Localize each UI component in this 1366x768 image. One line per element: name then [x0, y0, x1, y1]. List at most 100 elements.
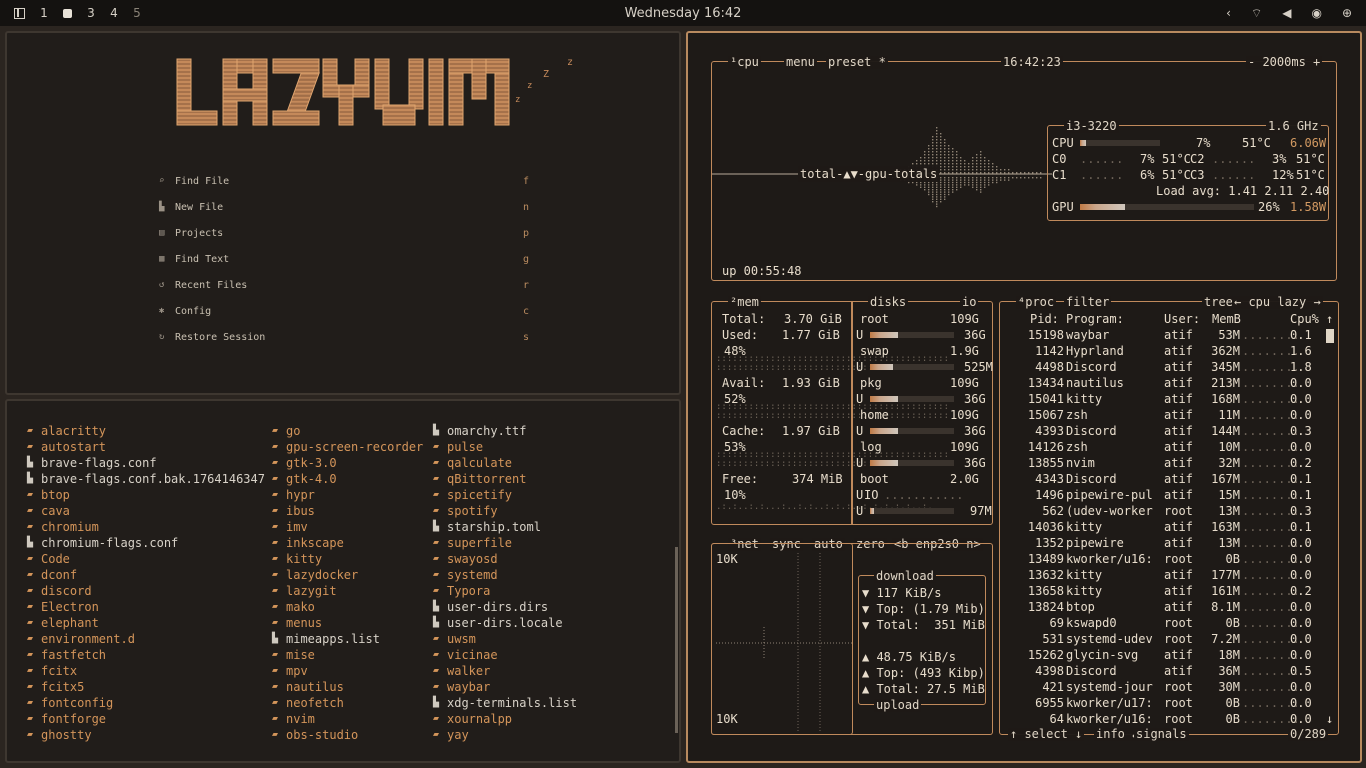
- proc-user[interactable]: atif: [1164, 663, 1193, 679]
- scroll-down-icon[interactable]: ↓: [1326, 711, 1333, 727]
- chevron-left-icon[interactable]: ‹: [1226, 6, 1231, 21]
- proc-user[interactable]: root: [1164, 695, 1193, 711]
- proc-mem[interactable]: 30M: [1206, 679, 1240, 695]
- proc-user[interactable]: root: [1164, 615, 1193, 631]
- folder-entry[interactable]: ▰ spotify: [433, 503, 577, 519]
- folder-entry[interactable]: ▰ Electron: [27, 599, 265, 615]
- proc-program[interactable]: kworker/u17:: [1066, 695, 1153, 711]
- file-entry[interactable]: ▙ omarchy.ttf: [433, 423, 577, 439]
- proc-user[interactable]: atif: [1164, 535, 1193, 551]
- proc-sort[interactable]: ← cpu lazy →: [1232, 296, 1323, 309]
- proc-mem[interactable]: 13M: [1206, 535, 1240, 551]
- menu-find-file[interactable]: ⌕ Find File f: [159, 173, 529, 189]
- proc-program[interactable]: systemd-udev: [1066, 631, 1153, 647]
- folder-entry[interactable]: ▰ swayosd: [433, 551, 577, 567]
- proc-pid[interactable]: 531: [1024, 631, 1064, 647]
- folder-entry[interactable]: ▰ superfile: [433, 535, 577, 551]
- proc-pid[interactable]: 15262: [1024, 647, 1064, 663]
- proc-user[interactable]: atif: [1164, 423, 1193, 439]
- folder-entry[interactable]: ▰ ibus: [272, 503, 423, 519]
- proc-user[interactable]: root: [1164, 711, 1193, 727]
- file-entry[interactable]: ▙ xdg-terminals.list: [433, 695, 577, 711]
- proc-pid[interactable]: 4393: [1024, 423, 1064, 439]
- folder-entry[interactable]: ▰ qBittorrent: [433, 471, 577, 487]
- folder-entry[interactable]: ▰ elephant: [27, 615, 265, 631]
- proc-select[interactable]: ↑ select ↓: [1008, 728, 1085, 741]
- workspace-1[interactable]: 1: [40, 6, 48, 20]
- folder-entry[interactable]: ▰ waybar: [433, 679, 577, 695]
- folder-entry[interactable]: ▰ neofetch: [272, 695, 423, 711]
- folder-entry[interactable]: ▰ autostart: [27, 439, 265, 455]
- proc-pid[interactable]: 13855: [1024, 455, 1064, 471]
- file-entry[interactable]: ▙ user-dirs.locale: [433, 615, 577, 631]
- proc-user[interactable]: atif: [1164, 647, 1193, 663]
- proc-pid[interactable]: 69: [1024, 615, 1064, 631]
- proc-program[interactable]: kitty: [1066, 519, 1102, 535]
- file-entry[interactable]: ▙ starship.toml: [433, 519, 577, 535]
- proc-program[interactable]: kitty: [1066, 391, 1102, 407]
- folder-entry[interactable]: ▰ alacritty: [27, 423, 265, 439]
- folder-entry[interactable]: ▰ gtk-3.0: [272, 455, 423, 471]
- proc-program[interactable]: nautilus: [1066, 375, 1124, 391]
- workspace-active-icon[interactable]: [63, 8, 72, 18]
- proc-pid[interactable]: 421: [1024, 679, 1064, 695]
- folder-entry[interactable]: ▰ yay: [433, 727, 577, 743]
- file-listing-window[interactable]: ▰ alacritty ▰ autostart ▙ brave-flags.conf ▙ br…: [5, 399, 681, 763]
- proc-user[interactable]: atif: [1164, 599, 1193, 615]
- folder-entry[interactable]: ▰ btop: [27, 487, 265, 503]
- proc-pid[interactable]: 6955: [1024, 695, 1064, 711]
- file-entry[interactable]: ▙ brave-flags.conf.bak.1764146347: [27, 471, 265, 487]
- folder-entry[interactable]: ▰ go: [272, 423, 423, 439]
- cpu-label[interactable]: ¹cpu: [728, 56, 761, 69]
- proc-program[interactable]: nvim: [1066, 455, 1095, 471]
- folder-entry[interactable]: ▰ gtk-4.0: [272, 471, 423, 487]
- folder-entry[interactable]: ▰ cava: [27, 503, 265, 519]
- menu-projects[interactable]: ▤ Projects p: [159, 225, 529, 241]
- workspace-5[interactable]: 5: [133, 6, 141, 20]
- proc-user[interactable]: atif: [1164, 391, 1193, 407]
- folder-entry[interactable]: ▰ mako: [272, 599, 423, 615]
- proc-user[interactable]: root: [1164, 551, 1193, 567]
- proc-pid[interactable]: 1352: [1024, 535, 1064, 551]
- file-entry[interactable]: ▙ user-dirs.dirs: [433, 599, 577, 615]
- update-interval[interactable]: - 2000ms +: [1246, 56, 1323, 69]
- menu-restore-session[interactable]: ↻ Restore Session s: [159, 329, 529, 345]
- proc-scrollbar[interactable]: [1326, 329, 1334, 343]
- menu-config[interactable]: ✱ Config c: [159, 303, 529, 319]
- workspace-4[interactable]: 4: [110, 6, 118, 20]
- proc-mem[interactable]: 0B: [1206, 551, 1240, 567]
- folder-entry[interactable]: ▰ kitty: [272, 551, 423, 567]
- proc-program[interactable]: Discord: [1066, 663, 1117, 679]
- folder-entry[interactable]: ▰ obs-studio: [272, 727, 423, 743]
- folder-entry[interactable]: ▰ Typora: [433, 583, 577, 599]
- proc-user[interactable]: atif: [1164, 327, 1193, 343]
- proc-mem[interactable]: 163M: [1206, 519, 1240, 535]
- folder-entry[interactable]: ▰ lazygit: [272, 583, 423, 599]
- wifi-icon[interactable]: ⌔: [1251, 6, 1262, 21]
- folder-entry[interactable]: ▰ fcitx5: [27, 679, 265, 695]
- proc-program[interactable]: Hyprland: [1066, 343, 1124, 359]
- proc-mem[interactable]: 213M: [1206, 375, 1240, 391]
- proc-pid[interactable]: 15198: [1024, 327, 1064, 343]
- folder-entry[interactable]: ▰ ghostty: [27, 727, 265, 743]
- proc-program[interactable]: zsh: [1066, 439, 1088, 455]
- preset-label[interactable]: preset *: [826, 56, 888, 69]
- volume-icon[interactable]: ◀: [1282, 6, 1291, 21]
- folder-entry[interactable]: ▰ imv: [272, 519, 423, 535]
- proc-mem[interactable]: 36M: [1206, 663, 1240, 679]
- proc-program[interactable]: pipewire-pul: [1066, 487, 1153, 503]
- proc-program[interactable]: systemd-jour: [1066, 679, 1153, 695]
- col-pid[interactable]: Pid:: [1030, 311, 1059, 327]
- proc-program[interactable]: Discord: [1066, 359, 1117, 375]
- proc-pid[interactable]: 4398: [1024, 663, 1064, 679]
- proc-user[interactable]: root: [1164, 679, 1193, 695]
- folder-entry[interactable]: ▰ vicinae: [433, 647, 577, 663]
- menu-new-file[interactable]: ▙ New File n: [159, 199, 529, 215]
- proc-pid[interactable]: 1496: [1024, 487, 1064, 503]
- col-program[interactable]: Program:: [1066, 311, 1124, 327]
- folder-entry[interactable]: ▰ inkscape: [272, 535, 423, 551]
- folder-entry[interactable]: ▰ mise: [272, 647, 423, 663]
- clock[interactable]: Wednesday 16:42: [0, 6, 1366, 21]
- scroll-up-icon[interactable]: ↑: [1326, 311, 1333, 327]
- proc-program[interactable]: zsh: [1066, 407, 1088, 423]
